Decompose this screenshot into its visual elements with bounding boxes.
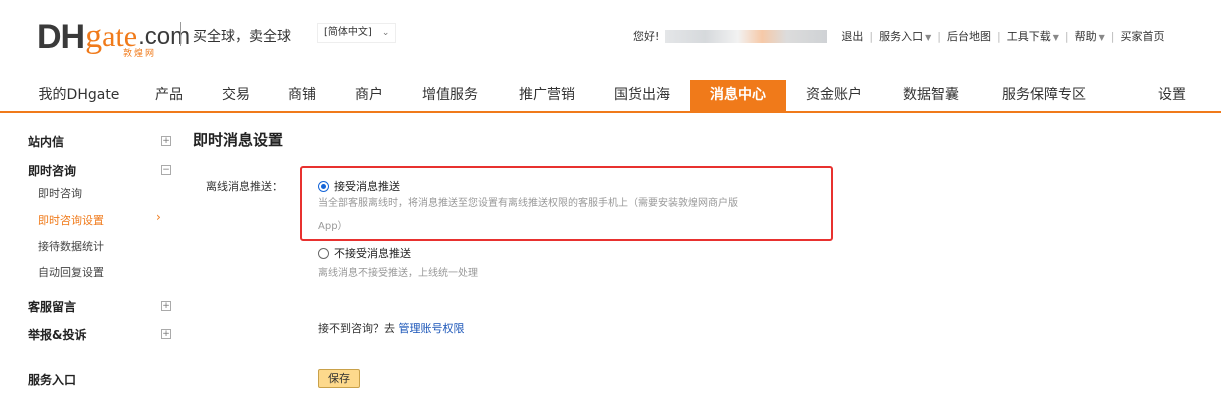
radio-unchecked-icon[interactable] bbox=[318, 247, 329, 259]
sidebar-item-reception-stats[interactable]: 接待数据统计 bbox=[38, 238, 104, 254]
username-blurred bbox=[665, 29, 828, 43]
service-entry-label: 服务入口 bbox=[879, 30, 924, 43]
logo-divider bbox=[180, 22, 181, 46]
nav-merchant[interactable]: 商户 bbox=[343, 80, 395, 111]
help-label: 帮助 bbox=[1074, 30, 1097, 43]
nav-transactions[interactable]: 交易 bbox=[210, 80, 262, 111]
offline-push-label: 离线消息推送： bbox=[206, 180, 283, 193]
nav-export[interactable]: 国货出海 bbox=[604, 80, 680, 111]
sidebar-item-instant-consult[interactable]: 即时咨询 bbox=[38, 185, 82, 201]
nav-products[interactable]: 产品 bbox=[143, 80, 195, 111]
divider: | bbox=[1110, 29, 1115, 43]
chevron-down-icon: ⌄ bbox=[381, 28, 390, 38]
help-link[interactable]: 帮助 ▼ bbox=[1071, 28, 1109, 44]
nav-service-guarantee[interactable]: 服务保障专区 bbox=[988, 80, 1100, 111]
accept-push-hint: 当全部客服离线时，将消息推送至您设置有离线推送权限的客服手机上（需要安装敦煌网商… bbox=[318, 198, 738, 209]
accept-push-label: 接受消息推送 bbox=[334, 180, 400, 193]
language-selected: [简体中文] bbox=[324, 27, 372, 38]
chevron-right-icon: › bbox=[156, 210, 161, 224]
tool-download-label: 工具下载 bbox=[1006, 30, 1051, 43]
sidebar-item-auto-reply[interactable]: 自动回复设置 bbox=[38, 264, 104, 280]
accept-push-hint-cont: App） bbox=[318, 221, 348, 232]
nav-fund-account[interactable]: 资金账户 bbox=[796, 80, 872, 111]
tool-download-link[interactable]: 工具下载 ▼ bbox=[1003, 28, 1063, 44]
expand-icon[interactable]: + bbox=[161, 301, 171, 311]
decline-push-option[interactable]: 不接受消息推送 bbox=[318, 245, 411, 261]
logo-dh: DH bbox=[37, 18, 85, 56]
top-links: 您好! 退出 | 服务入口 ▼ | 后台地图 | 工具下载 ▼ | 帮助 ▼ | 买家… bbox=[633, 28, 1168, 44]
chevron-down-icon: ▼ bbox=[1098, 33, 1105, 42]
greeting: 您好! bbox=[633, 30, 660, 43]
nav-data-insight[interactable]: 数据智囊 bbox=[893, 80, 969, 111]
language-select[interactable]: [简体中文] ⌄ bbox=[317, 23, 397, 43]
page-title: 即时消息设置 bbox=[193, 131, 284, 149]
decline-push-label: 不接受消息推送 bbox=[334, 247, 411, 260]
dhgate-logo[interactable]: DH g ate .com 敦煌网 bbox=[37, 14, 190, 60]
nav-settings[interactable]: 设置 bbox=[1146, 80, 1198, 111]
expand-icon[interactable]: + bbox=[161, 329, 171, 339]
divider: | bbox=[1064, 29, 1069, 43]
nav-message-center[interactable]: 消息中心 bbox=[690, 80, 786, 111]
radio-checked-icon[interactable] bbox=[318, 180, 329, 192]
manage-permissions-link[interactable]: 管理账号权限 bbox=[399, 322, 465, 335]
decline-push-hint: 离线消息不接受推送，上线统一处理 bbox=[318, 268, 478, 279]
expand-icon[interactable]: + bbox=[161, 136, 171, 146]
nav-my-dhgate[interactable]: 我的DHgate bbox=[24, 80, 134, 111]
slogan: 买全球，卖全球 bbox=[193, 29, 291, 45]
collapse-icon[interactable]: − bbox=[161, 165, 171, 175]
help-text: 接不到咨询？去 bbox=[318, 322, 395, 335]
sidebar-group-report-complaint[interactable]: 举报&投诉 bbox=[28, 326, 86, 343]
main-nav: 我的DHgate 产品 交易 商铺 商户 增值服务 推广营销 国货出海 消息中心… bbox=[0, 80, 1221, 113]
divider: | bbox=[997, 29, 1001, 43]
sidebar-group-inbox[interactable]: 站内信 bbox=[28, 133, 64, 150]
nav-store[interactable]: 商铺 bbox=[276, 80, 328, 111]
accept-push-option[interactable]: 接受消息推送 bbox=[318, 178, 400, 194]
divider: | bbox=[937, 29, 942, 43]
logo-g: g bbox=[85, 18, 103, 55]
divider: | bbox=[869, 29, 874, 43]
nav-promotion[interactable]: 推广营销 bbox=[509, 80, 585, 111]
backend-map-link[interactable]: 后台地图 bbox=[943, 28, 995, 44]
help-row: 接不到咨询？去 管理账号权限 bbox=[318, 320, 465, 336]
logout-link[interactable]: 退出 bbox=[837, 28, 867, 44]
sidebar-group-instant-consult[interactable]: 即时咨询 bbox=[28, 162, 76, 179]
sidebar-item-instant-consult-settings[interactable]: 即时咨询设置 bbox=[38, 212, 104, 228]
sidebar: 站内信 + 即时咨询 − 即时咨询 即时咨询设置 › 接待数据统计 自动回复设置… bbox=[0, 113, 190, 402]
service-entry-link[interactable]: 服务入口 ▼ bbox=[875, 28, 935, 44]
save-button[interactable]: 保存 bbox=[318, 369, 360, 388]
chevron-down-icon: ▼ bbox=[1052, 33, 1059, 42]
sidebar-group-service-messages[interactable]: 客服留言 bbox=[28, 298, 76, 315]
chevron-down-icon: ▼ bbox=[925, 33, 932, 42]
logo-subtitle: 敦煌网 bbox=[123, 49, 157, 59]
buyer-home-link[interactable]: 买家首页 bbox=[1116, 28, 1168, 44]
sidebar-group-service-entry[interactable]: 服务入口 bbox=[28, 371, 76, 388]
nav-value-added[interactable]: 增值服务 bbox=[412, 80, 488, 111]
top-bar: DH g ate .com 敦煌网 买全球，卖全球 [简体中文] ⌄ 您好! 退出 |… bbox=[0, 0, 1221, 72]
